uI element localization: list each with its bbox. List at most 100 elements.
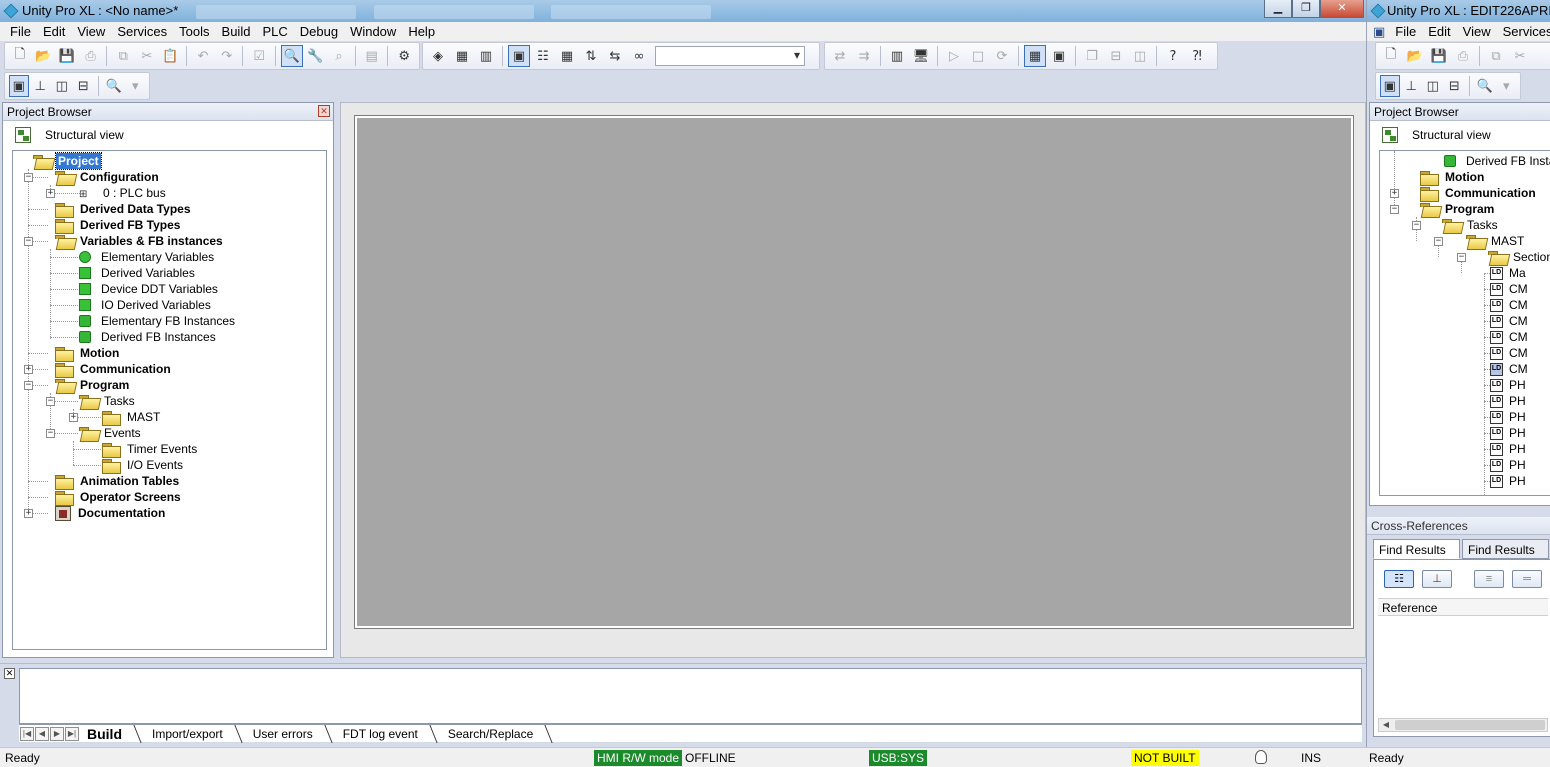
tree-item-communication[interactable]: Communication <box>1420 185 1538 202</box>
simulator-icon[interactable]: ▣ <box>1048 45 1070 67</box>
menu-help[interactable]: Help <box>402 24 441 39</box>
new-file-icon[interactable]: 🗋 <box>1380 45 1402 67</box>
tree-item-ld-section[interactable]: LD PH <box>1484 409 1528 425</box>
tab-find-results-1[interactable]: Find Results 1 <box>1373 539 1460 577</box>
print-icon[interactable]: ⎙ <box>80 45 102 67</box>
search-combo[interactable] <box>655 46 805 66</box>
tree-item-ld-section[interactable]: LD Ma <box>1484 265 1528 281</box>
expand-plc-bus-icon[interactable]: + <box>46 189 55 198</box>
list-view-icon[interactable]: ≡ <box>1474 570 1504 588</box>
tree-icon[interactable]: ☷ <box>532 45 554 67</box>
reference-column-header[interactable]: Reference <box>1378 598 1548 616</box>
expand-communication-icon[interactable]: + <box>1390 189 1399 198</box>
tree-item-device-ddt-variables[interactable]: Device DDT Variables <box>79 281 220 297</box>
print-icon[interactable]: ⎙ <box>1452 45 1474 67</box>
tree-item-mast[interactable]: MAST <box>1466 233 1526 249</box>
network-icon[interactable]: ⇆ <box>604 45 626 67</box>
structural-view-icon[interactable]: ▣ <box>9 75 29 97</box>
last-tab-icon[interactable]: ▶| <box>65 726 79 741</box>
open-folder-icon[interactable]: 📂 <box>33 45 55 67</box>
tree-item-tasks[interactable]: Tasks <box>1442 217 1500 233</box>
tab-search-replace[interactable]: Search/Replace <box>440 725 555 743</box>
second-menu-file[interactable]: File <box>1389 24 1422 39</box>
scrollbar-thumb[interactable] <box>1395 720 1545 730</box>
prev-tab-icon[interactable]: ◀ <box>35 726 49 741</box>
close-panel-icon[interactable]: ✕ <box>318 105 330 117</box>
animation-icon[interactable]: ▥ <box>886 45 908 67</box>
tree-item-derived-data-types[interactable]: Derived Data Types <box>55 201 193 218</box>
tree-item-ld-section[interactable]: LD CM <box>1484 345 1530 361</box>
editor-workspace[interactable] <box>354 115 1354 629</box>
structural-view-tab[interactable]: Structural view <box>3 121 333 149</box>
menu-view[interactable]: View <box>71 24 111 39</box>
tree-item-elementary-variables[interactable]: Elementary Variables <box>79 249 216 265</box>
tree-item-ld-section[interactable]: LD CM <box>1484 361 1530 377</box>
library-icon[interactable]: ▤ <box>361 45 383 67</box>
second-structural-view-tab[interactable]: Structural view <box>1370 121 1550 149</box>
second-menu-view[interactable]: View <box>1457 24 1497 39</box>
tab-find-results-2[interactable]: Find Results 2 <box>1462 539 1549 577</box>
next-tab-icon[interactable]: ▶ <box>50 726 64 741</box>
taskbar-tab[interactable] <box>373 4 534 19</box>
horizontal-scrollbar[interactable]: ◀ <box>1378 718 1548 732</box>
functional-view-icon[interactable]: ⊥ <box>31 75 51 97</box>
tree-item-derived-fb-types[interactable]: Derived FB Types <box>55 217 182 234</box>
tree-item-variables[interactable]: Variables & FB instances <box>55 233 225 249</box>
tree-item-io-derived-variables[interactable]: IO Derived Variables <box>79 297 213 313</box>
first-tab-icon[interactable]: |◀ <box>20 726 34 741</box>
expand-communication-icon[interactable]: + <box>24 365 33 374</box>
save-icon[interactable]: 💾 <box>1428 45 1450 67</box>
flat-view-icon[interactable]: ═ <box>1512 570 1542 588</box>
menu-window[interactable]: Window <box>344 24 402 39</box>
menu-build[interactable]: Build <box>216 24 257 39</box>
tree-item-motion[interactable]: Motion <box>55 345 121 362</box>
tree-item-animation-tables[interactable]: Animation Tables <box>55 473 181 490</box>
tree-item-ld-section[interactable]: LD PH <box>1484 377 1528 393</box>
tree-item-ld-section[interactable]: LD PH <box>1484 457 1528 473</box>
tree-item-operator-screens[interactable]: Operator Screens <box>55 489 183 506</box>
rebuild-icon[interactable]: ◈ <box>427 45 449 67</box>
tree-item-project[interactable]: Project <box>33 152 102 170</box>
paste-icon[interactable]: 📋 <box>160 45 182 67</box>
find-icon[interactable]: ⌕ <box>328 45 350 67</box>
tree-item-timer-events[interactable]: Timer Events <box>102 441 199 458</box>
split-vertical-icon[interactable]: ◫ <box>52 75 72 97</box>
tab-import-export[interactable]: Import/export <box>144 725 245 743</box>
tab-fdt-log-event[interactable]: FDT log event <box>335 725 440 743</box>
tree-item-derived-fb-instances[interactable]: Derived FB Insta <box>1444 153 1550 169</box>
tree-item-configuration[interactable]: Configuration <box>55 169 161 185</box>
scroll-left-icon[interactable]: ◀ <box>1379 719 1393 731</box>
collapse-configuration-icon[interactable]: − <box>24 173 33 182</box>
menu-plc[interactable]: PLC <box>256 24 293 39</box>
tree-item-ld-section[interactable]: LD PH <box>1484 441 1528 457</box>
cut-icon[interactable]: ✂ <box>136 45 158 67</box>
zoom-icon[interactable]: 🔍 <box>104 75 124 97</box>
tree-item-events[interactable]: Events <box>79 425 143 441</box>
second-menu-app-icon[interactable]: ▣ <box>1369 24 1389 40</box>
tree-item-ld-section[interactable]: LD CM <box>1484 329 1530 345</box>
plc-screen-icon[interactable]: 🖥 <box>910 45 932 67</box>
cascade-icon[interactable]: ❐ <box>1081 45 1103 67</box>
help-icon[interactable]: ? <box>1162 45 1184 67</box>
menu-services[interactable]: Services <box>111 24 173 39</box>
tree-item-tasks[interactable]: Tasks <box>79 393 137 409</box>
tile-vertical-icon[interactable]: ◫ <box>1129 45 1151 67</box>
save-icon[interactable]: 💾 <box>56 45 78 67</box>
undo-icon[interactable]: ↶ <box>192 45 214 67</box>
build-icon[interactable]: ⚙ <box>393 45 415 67</box>
tree-item-io-events[interactable]: I/O Events <box>102 457 185 474</box>
copy-icon[interactable]: ⧉ <box>112 45 134 67</box>
collapse-variables-icon[interactable]: − <box>24 237 33 246</box>
connect-icon[interactable]: ⇄ <box>829 45 851 67</box>
run-icon[interactable]: ▷ <box>943 45 965 67</box>
tree-item-program[interactable]: Program <box>1420 201 1496 217</box>
tools-icon[interactable]: 🔧 <box>305 45 327 67</box>
open-folder-icon[interactable]: 📂 <box>1404 45 1426 67</box>
tree-item-documentation[interactable]: Documentation <box>55 505 167 521</box>
collapse-events-icon[interactable]: − <box>46 429 55 438</box>
new-file-icon[interactable]: 🗋 <box>9 45 31 67</box>
tile-horizontal-icon[interactable]: ⊟ <box>1105 45 1127 67</box>
expand-mast-icon[interactable]: + <box>69 413 78 422</box>
tree-item-ld-section[interactable]: LD CM <box>1484 281 1530 297</box>
taskbar-tab[interactable] <box>551 4 712 19</box>
